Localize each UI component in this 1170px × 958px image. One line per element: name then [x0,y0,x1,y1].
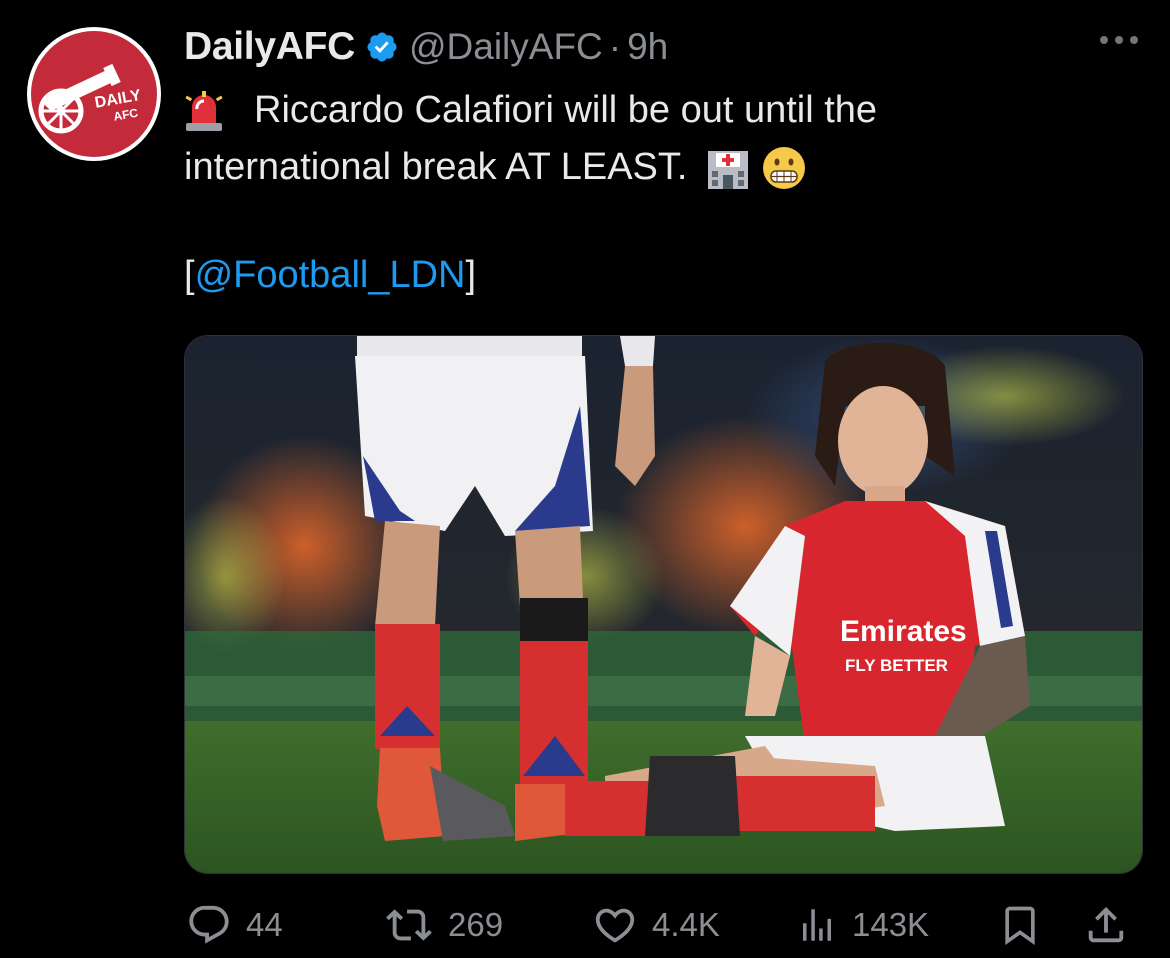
share-button[interactable] [1083,895,1129,955]
heart-icon [595,908,635,943]
display-name[interactable]: DailyAFC [184,25,355,69]
bookmark-icon [1005,906,1035,946]
jersey-sponsor: Emirates [840,615,967,648]
svg-text:AFC: AFC [112,106,139,124]
tweet-photo[interactable]: Emirates FLY BETTER [184,335,1143,874]
reply-button[interactable]: 44 [186,895,283,955]
reply-icon [189,905,229,944]
siren-icon [185,90,223,131]
jersey-sponsor-tagline: FLY BETTER [845,656,948,675]
repost-button[interactable]: 269 [384,895,503,955]
like-button[interactable]: 4.4K [592,895,720,955]
tweet-text-line-2: international break AT LEAST. [184,146,688,188]
photo-image: Emirates FLY BETTER [185,336,1142,873]
tweet-source: [@Football_LDN] [184,254,477,296]
tweet-text-line-1: Riccardo Calafiori will be out until the [254,89,878,131]
bookmark-button[interactable] [998,895,1042,955]
tweet-text: Riccardo Calafiori will be out until the… [184,82,1084,304]
repost-count: 269 [448,906,504,943]
grimacing-face-icon [763,146,806,189]
views-count: 143K [852,906,930,943]
hospital-icon [708,150,749,189]
avatar[interactable]: DAILY AFC [27,27,161,161]
avatar-logo: DAILY AFC [31,31,157,157]
like-count: 4.4K [652,906,720,943]
more-options-icon[interactable] [1100,36,1138,44]
action-bar: 44 269 4.4K 143K [0,895,1170,955]
separator: · [608,26,622,67]
repost-icon [386,909,432,941]
reply-count: 44 [246,906,283,943]
timestamp[interactable]: 9h [627,26,668,68]
mention-link[interactable]: @Football_LDN [195,254,466,296]
share-icon [1088,906,1124,943]
verified-badge-icon [367,32,397,62]
views-button[interactable]: 143K [796,895,929,955]
views-chart-icon [803,909,831,941]
tweet-header: DailyAFC @DailyAFC · 9h [184,24,668,70]
handle[interactable]: @DailyAFC [409,26,603,68]
